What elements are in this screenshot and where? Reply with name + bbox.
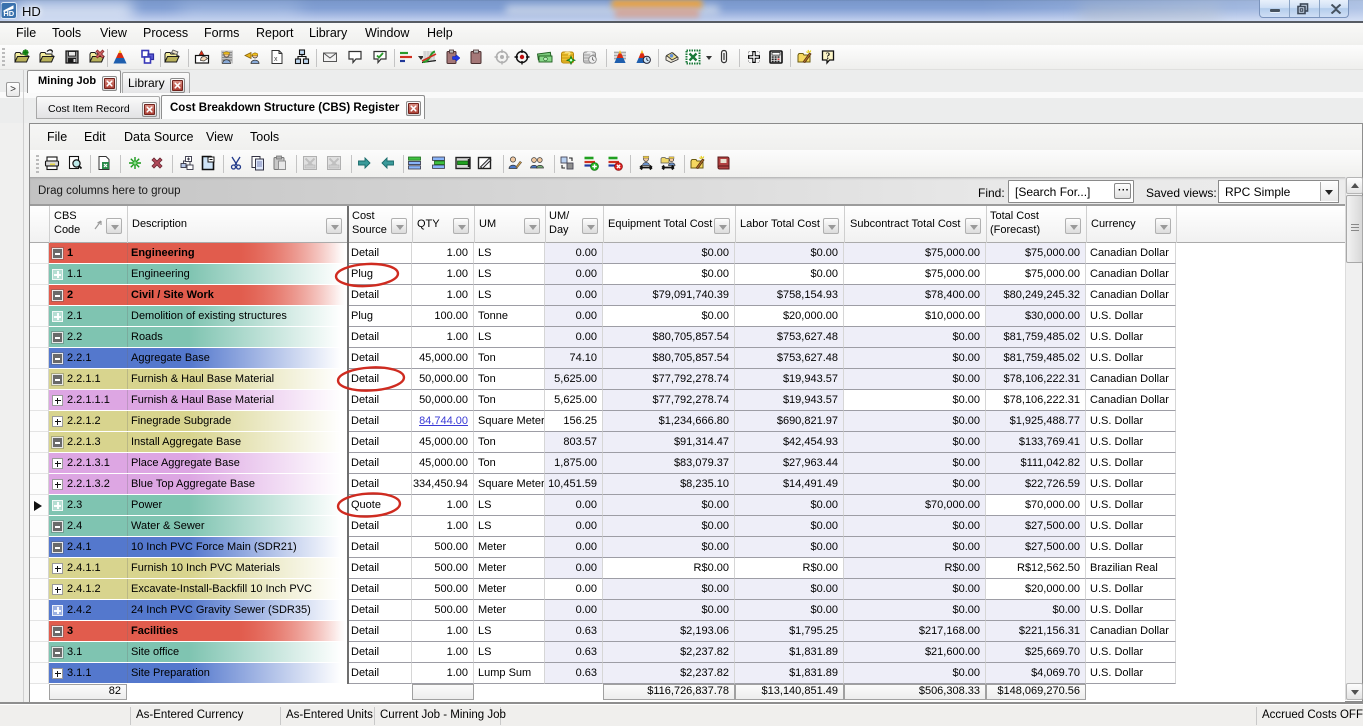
svg-text:HD: HD (3, 9, 14, 18)
svg-text:?: ? (826, 51, 831, 61)
svg-text:x: x (274, 56, 278, 63)
